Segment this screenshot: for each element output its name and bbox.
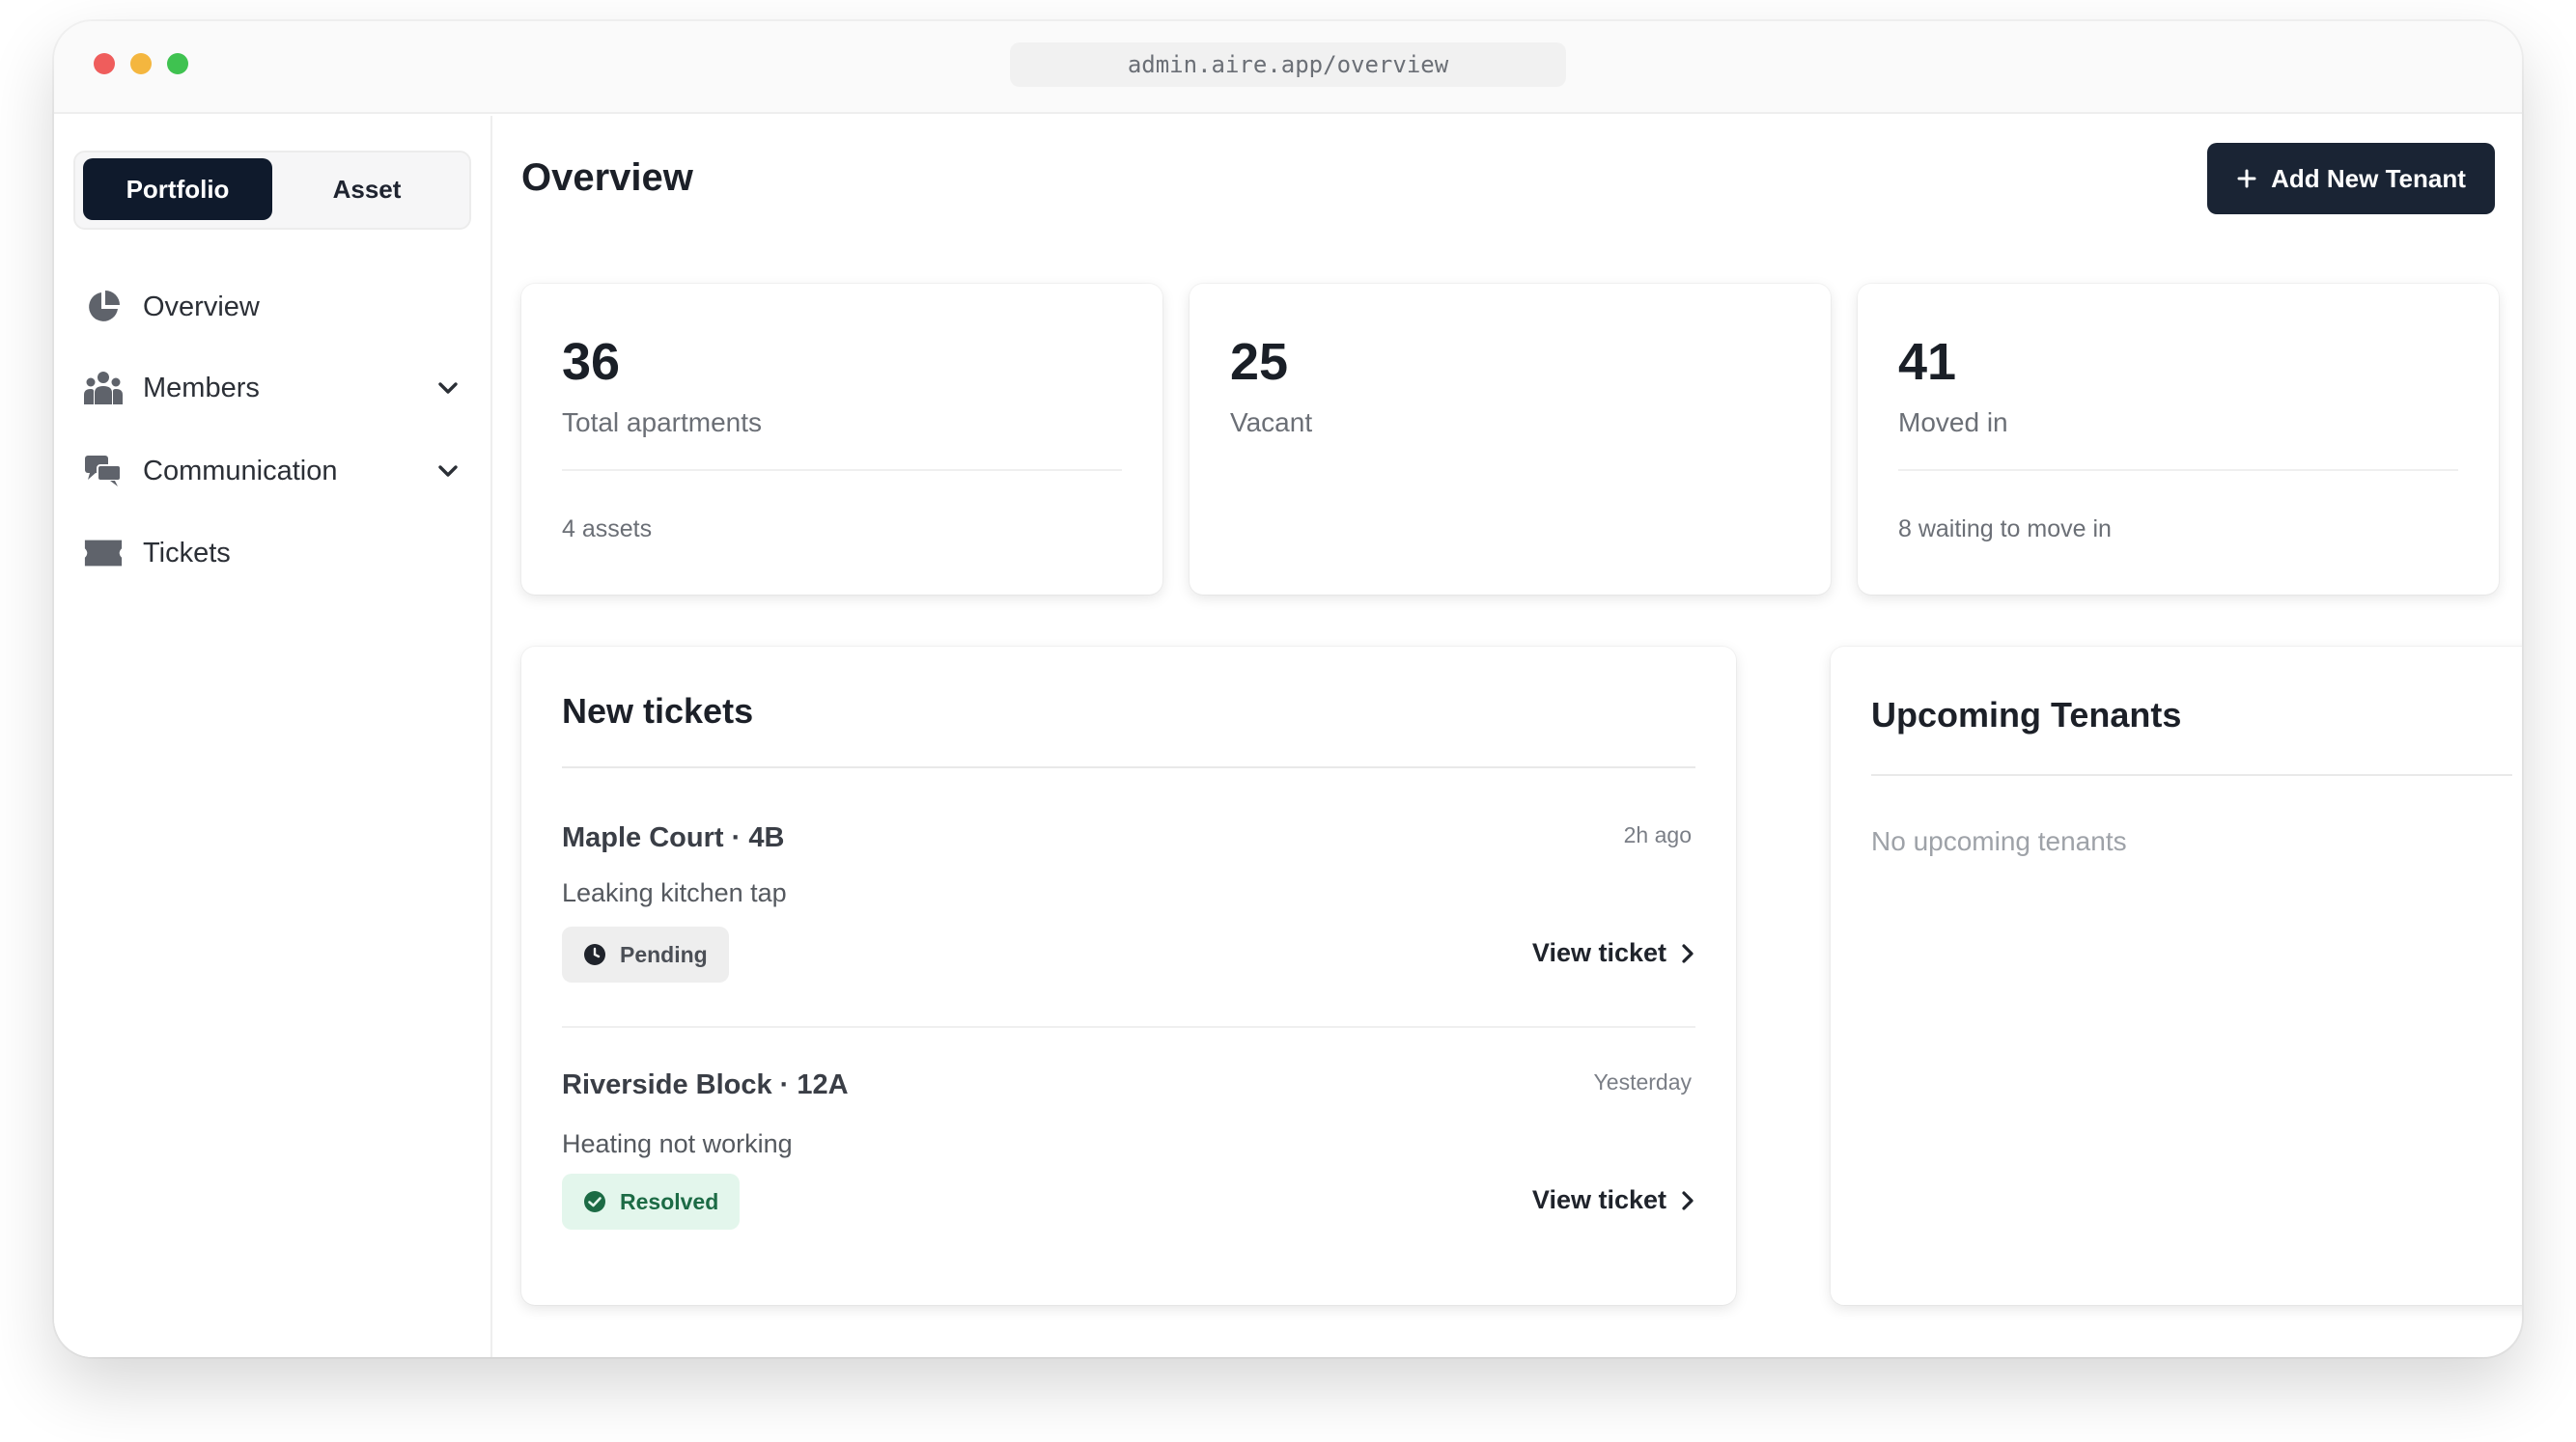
upcoming-tenants-card: Upcoming Tenants No upcoming tenants [1831,647,2522,1305]
view-ticket-link[interactable]: View ticket [1532,1185,1695,1215]
stat-value: 41 [1898,333,1957,391]
empty-state-text: No upcoming tenants [1871,826,2127,856]
segment-portfolio[interactable]: Portfolio [83,158,272,220]
segment-asset[interactable]: Asset [272,158,462,220]
view-toggle: Portfolio Asset [73,151,471,230]
status-label: Resolved [620,1188,719,1214]
stat-footer: 4 assets [562,515,653,542]
chevron-right-icon [1682,1190,1694,1210]
card-title: Upcoming Tenants [1871,695,2182,735]
close-window-button[interactable] [94,53,115,74]
ticket-location: Riverside Block · 12A [562,1069,849,1100]
chevron-down-icon[interactable] [436,376,460,400]
ticket-description: Heating not working [562,1129,793,1158]
add-new-tenant-label: Add New Tenant [2271,163,2466,193]
check-circle-icon [584,1191,605,1212]
users-icon [83,368,124,408]
browser-window: admin.aire.app/overview Portfolio Asset … [54,21,2522,1357]
divider [1871,774,2512,776]
view-ticket-label: View ticket [1531,938,1666,967]
ticket-time: Yesterday [1593,1069,1692,1095]
stat-value: 25 [1230,333,1289,391]
ticket-description: Leaking kitchen tap [562,878,787,907]
title-bar: admin.aire.app/overview [54,21,2522,114]
sidebar: Portfolio Asset Overview Members Communi… [54,116,492,1357]
ticket-item: Maple Court · 4B 2h ago Leaking kitchen … [562,822,1695,1035]
page-title: Overview [521,156,693,199]
new-tickets-card: New tickets Maple Court · 4B 2h ago Leak… [521,647,1736,1305]
pie-chart-icon [83,287,124,327]
stat-value: 36 [562,333,621,391]
divider [1898,469,2458,471]
sidebar-item-members[interactable]: Members [83,359,469,417]
status-badge: Resolved [562,1174,741,1230]
ticket-item: Riverside Block · 12A Yesterday Heating … [562,1069,1695,1282]
stat-footer: 8 waiting to move in [1898,515,2112,542]
sidebar-item-label: Communication [143,455,338,486]
ticket-icon [83,533,124,573]
divider [562,1026,1695,1028]
stat-card-moved-in: 41 Moved in 8 waiting to move in [1858,284,2499,595]
sidebar-item-communication[interactable]: Communication [83,442,469,500]
sidebar-item-tickets[interactable]: Tickets [83,524,469,582]
divider [562,469,1122,471]
stat-label: Vacant [1230,407,1313,437]
maximize-window-button[interactable] [167,53,188,74]
minimize-window-button[interactable] [130,53,152,74]
chat-icon [83,451,124,491]
sidebar-item-label: Members [143,372,260,403]
divider [562,766,1695,768]
view-ticket-label: View ticket [1531,1185,1666,1214]
card-title: New tickets [562,691,754,731]
chevron-down-icon[interactable] [436,459,460,483]
sidebar-item-label: Overview [143,291,260,322]
ticket-time: 2h ago [1623,822,1692,847]
sidebar-item-overview[interactable]: Overview [83,278,469,336]
view-ticket-link[interactable]: View ticket [1532,938,1695,968]
stat-card-total-apartments: 36 Total apartments 4 assets [521,284,1162,595]
sidebar-item-label: Tickets [143,537,231,568]
stat-label: Total apartments [562,407,762,437]
clock-icon [584,944,605,965]
add-new-tenant-button[interactable]: Add New Tenant [2207,143,2495,214]
chevron-right-icon [1682,943,1694,963]
status-label: Pending [620,941,708,967]
stat-label: Moved in [1898,407,2008,437]
status-badge: Pending [562,927,729,983]
address-bar[interactable]: admin.aire.app/overview [1010,42,1566,87]
plus-icon [2237,169,2256,188]
ticket-location: Maple Court · 4B [562,822,785,853]
stat-card-vacant: 25 Vacant [1190,284,1831,595]
